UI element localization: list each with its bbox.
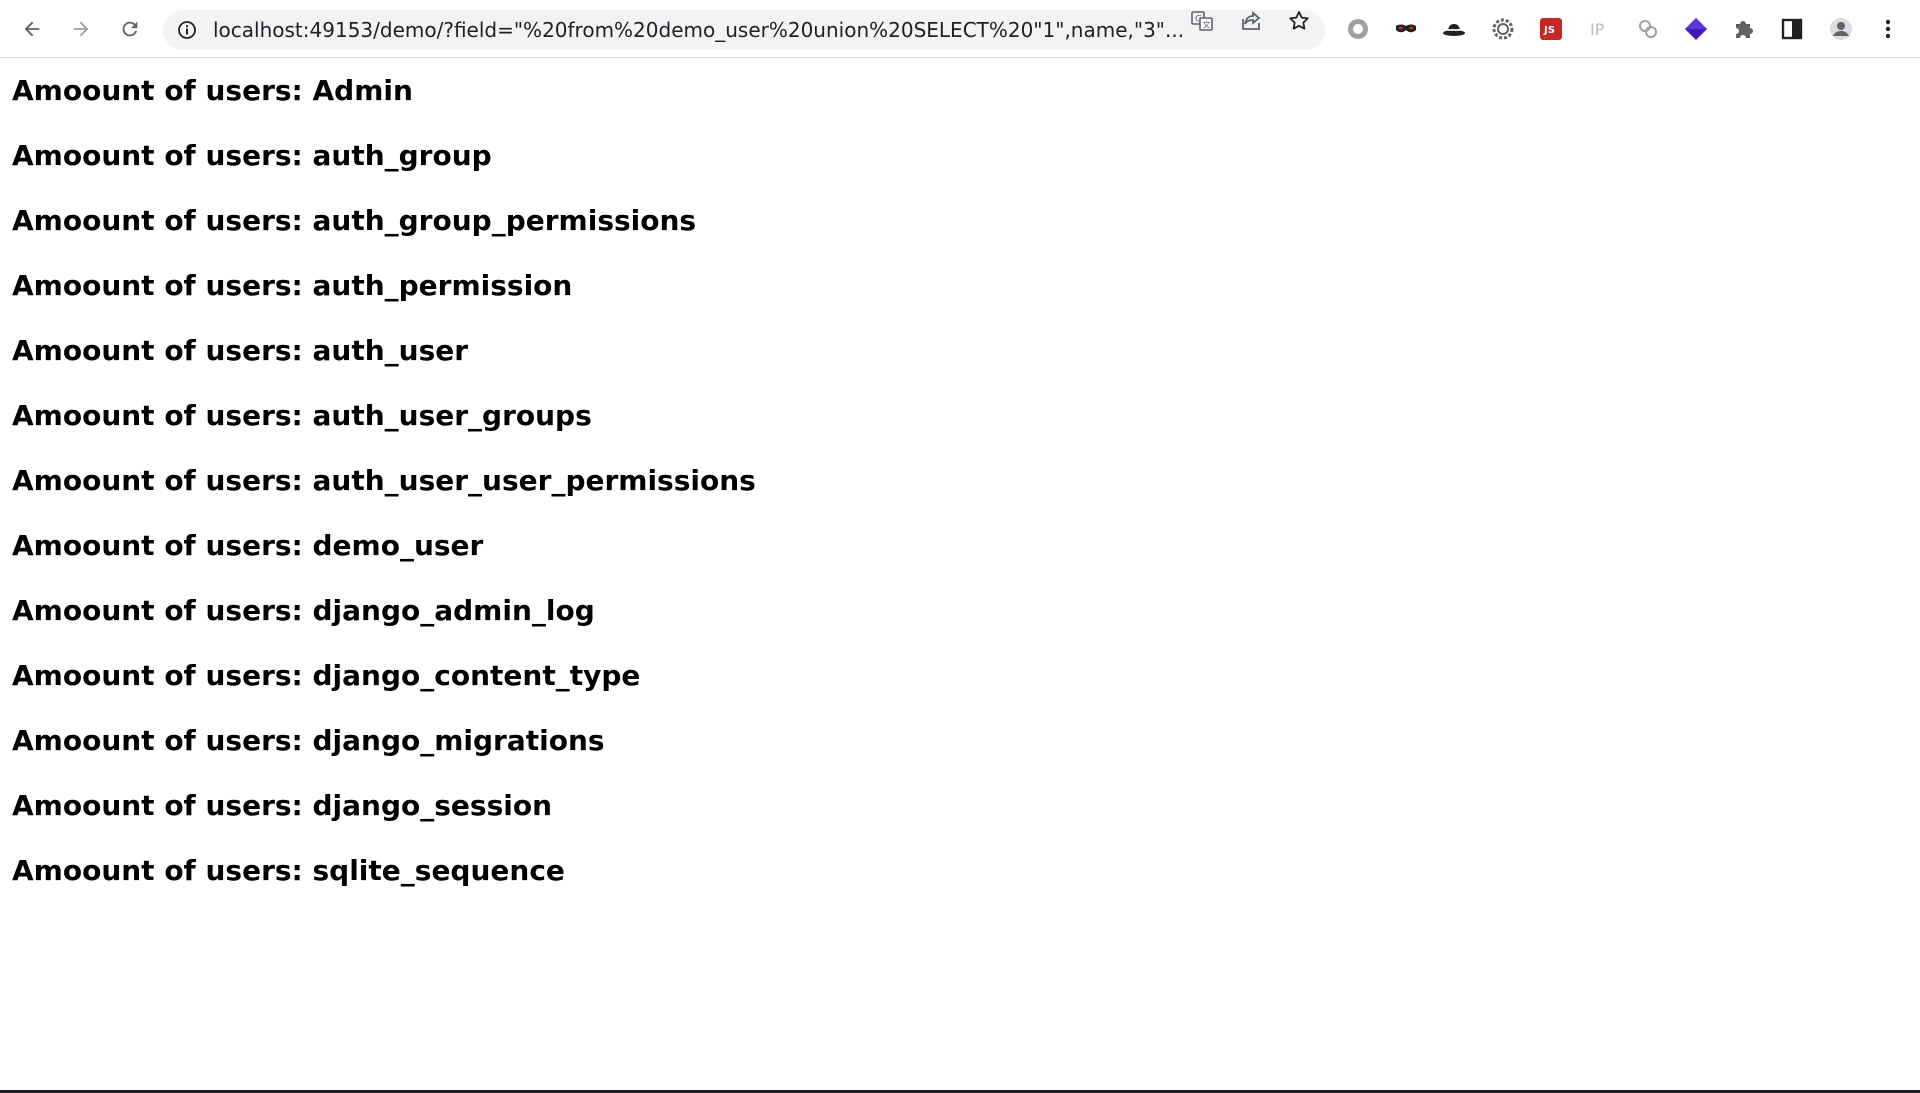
mask-icon[interactable]	[1391, 14, 1421, 44]
ip-icon[interactable]: IP	[1585, 14, 1615, 44]
puzzle-icon[interactable]	[1729, 14, 1759, 44]
share-icon[interactable]	[1239, 9, 1263, 33]
reload-button[interactable]	[113, 12, 147, 46]
page-content: Amoount of users: Admin Amoount of users…	[12, 58, 1892, 903]
profile-icon[interactable]	[1826, 14, 1856, 44]
result-row: Amoount of users: auth_group_permissions	[12, 204, 697, 237]
result-row: Amoount of users: django_session	[12, 789, 552, 822]
bookmark-star-icon[interactable]	[1287, 9, 1311, 33]
result-row: Amoount of users: auth_user_user_permiss…	[12, 464, 756, 497]
result-row: Amoount of users: auth_user_groups	[12, 399, 592, 432]
info-icon[interactable]	[177, 20, 197, 40]
ip-label: IP	[1590, 20, 1605, 39]
hat-icon[interactable]	[1439, 14, 1469, 44]
reload-icon	[122, 21, 138, 37]
translate-icon[interactable]: G文	[1190, 9, 1214, 33]
result-row: Amoount of users: auth_user	[12, 334, 469, 367]
diamond-icon[interactable]	[1681, 14, 1711, 44]
forward-button[interactable]	[64, 12, 98, 46]
result-row: Amoount of users: sqlite_sequence	[12, 854, 565, 887]
result-row: Amoount of users: demo_user	[12, 529, 484, 562]
back-button[interactable]	[15, 12, 49, 46]
url-text[interactable]: localhost:49153/demo/?field="%20from%20d…	[213, 10, 1333, 50]
gear-cog-icon[interactable]	[1488, 14, 1518, 44]
record-icon[interactable]	[1343, 14, 1373, 44]
browser-toolbar: localhost:49153/demo/?field="%20from%20d…	[0, 0, 1920, 58]
result-row: Amoount of users: Admin	[12, 74, 413, 107]
side-panel-icon[interactable]	[1777, 14, 1807, 44]
result-row: Amoount of users: django_migrations	[12, 724, 605, 757]
result-row: Amoount of users: auth_group	[12, 139, 492, 172]
result-row: Amoount of users: django_content_type	[12, 659, 641, 692]
js-label: JS	[1543, 25, 1555, 36]
svg-text:文: 文	[1203, 20, 1211, 30]
result-row: Amoount of users: auth_permission	[12, 269, 573, 302]
address-bar[interactable]: localhost:49153/demo/?field="%20from%20d…	[163, 10, 1325, 50]
arrow-left-icon	[24, 21, 40, 37]
js-icon[interactable]: JS	[1536, 14, 1566, 44]
arrow-right-icon	[73, 21, 89, 37]
link-icon[interactable]	[1633, 14, 1663, 44]
result-row: Amoount of users: django_admin_log	[12, 594, 595, 627]
menu-dots-icon[interactable]	[1873, 14, 1903, 44]
